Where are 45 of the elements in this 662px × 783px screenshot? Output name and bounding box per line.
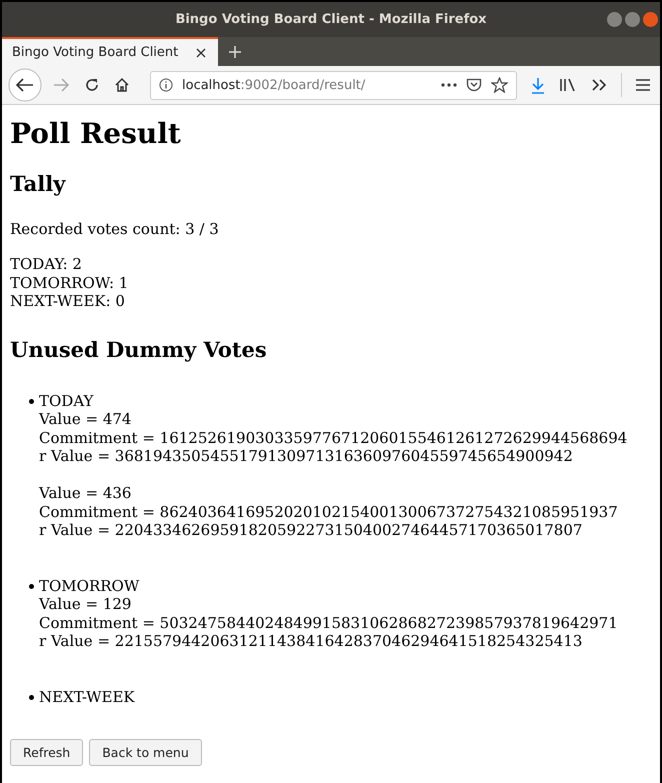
- option-name: TOMORROW: [39, 576, 140, 595]
- download-icon[interactable]: [531, 76, 545, 94]
- back-icon[interactable]: [8, 68, 42, 102]
- pocket-icon[interactable]: [466, 78, 482, 92]
- commitment-value: Commitment = 1612526190303359776712060155461261272629944568694: [39, 428, 628, 447]
- home-icon[interactable]: [114, 77, 130, 93]
- tab-title: Bingo Voting Board Client: [12, 45, 178, 60]
- bullet-icon: [29, 694, 34, 700]
- tally-result: TODAY: 2: [10, 255, 83, 274]
- option-name: NEXT-WEEK: [39, 688, 135, 706]
- url-text: localhost:9002/board/result/: [182, 78, 366, 92]
- bullet-icon: [29, 584, 34, 588]
- vote-value: Value = 436: [39, 484, 132, 502]
- close-icon[interactable]: [196, 48, 206, 58]
- address-bar[interactable]: localhost:9002/board/result/: [150, 70, 517, 100]
- overflow-icon[interactable]: [591, 78, 607, 92]
- close-button[interactable]: [643, 12, 658, 27]
- page-title: Poll Result: [10, 117, 182, 150]
- window-title: Bingo Voting Board Client - Mozilla Firefox: [175, 12, 487, 27]
- r-value: r Value = 2215579442063121143841642837046294641518254325413: [39, 632, 584, 650]
- r-value: r Value = 2204334626959182059227315040027464457170365017807: [39, 521, 584, 540]
- minimize-button[interactable]: [607, 12, 622, 27]
- votes-count: Recorded votes count: 3 / 3: [10, 220, 220, 238]
- more-icon[interactable]: [441, 83, 457, 87]
- vote-value: Value = 129: [39, 595, 132, 614]
- tally-result: NEXT-WEEK: 0: [10, 292, 126, 310]
- menu-icon[interactable]: [636, 79, 650, 91]
- action-button[interactable]: Back to menu: [89, 739, 202, 766]
- bullet-icon: [29, 398, 34, 404]
- commitment-value: Commitment = 503247584402484991583106286827239857937819642971: [39, 614, 618, 632]
- maximize-button[interactable]: [625, 12, 640, 27]
- commitment-value: Commitment = 862403641695202010215400130067372754321085951937: [39, 502, 619, 521]
- info-icon[interactable]: [159, 78, 173, 92]
- new-tab-icon[interactable]: [228, 44, 242, 58]
- tally-result: TOMORROW: 1: [10, 274, 130, 292]
- reload-icon[interactable]: [84, 77, 100, 93]
- vote-value: Value = 474: [39, 410, 132, 428]
- option-name: TODAY: [39, 392, 94, 410]
- section-heading: Unused Dummy Votes: [10, 336, 268, 362]
- action-button[interactable]: Refresh: [10, 739, 84, 766]
- r-value: r Value = 368194350545517913097131636097604559745654900942: [39, 447, 574, 466]
- star-icon[interactable]: [491, 77, 508, 93]
- library-icon[interactable]: [559, 77, 577, 93]
- browser-tab[interactable]: Bingo Voting Board Client: [2, 37, 218, 66]
- section-heading: Tally: [10, 171, 67, 196]
